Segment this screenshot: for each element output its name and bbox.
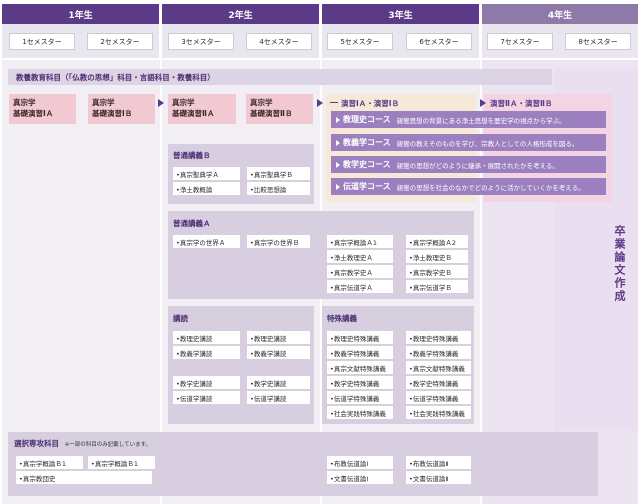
course-item: •浄土教理史Ａ <box>327 250 393 263</box>
course-item: •伝道学特殊講義 <box>406 391 471 404</box>
reading-lectures-panel <box>168 306 314 424</box>
year-label: 2年生 <box>228 10 253 21</box>
course-item: •教学史講読 <box>247 376 310 389</box>
course-description: 親鸞思想の背景にある浄土思想を歴史学の視点から学ぶ。 <box>396 116 566 125</box>
course-item: •教理史講読 <box>247 331 310 344</box>
course-item: •伝道学特殊講義 <box>327 391 393 404</box>
elective-note: ※一部の科目のみ記載しています。 <box>64 442 152 448</box>
course-item: •真宗聖典学Ｂ <box>247 167 310 180</box>
course-name: 伝道学コース <box>343 182 391 191</box>
course-description: 親鸞の教えそのものを学び、宗教人としての人格形成を図る。 <box>396 139 579 148</box>
course-item: •教学史講読 <box>173 376 240 389</box>
arrow-right-icon <box>480 99 486 107</box>
course-kyogakushi: 教学史コース 親鸞の思想がどのように継承・展開されたかを考える。 <box>331 156 606 173</box>
elective-title-text: 選択専攻科目 <box>14 439 59 448</box>
course-name: 教学史コース <box>343 160 391 169</box>
course-item: •真宗文献特殊講義 <box>406 361 471 374</box>
course-item: •布教伝道論Ⅰ <box>327 456 393 469</box>
course-item: •真宗教団史 <box>16 471 152 484</box>
arrow-right-icon <box>336 161 340 168</box>
course-item: •真宗学の世界Ｂ <box>247 235 310 248</box>
seminar-basic-1b: 真宗学 基礎演習ⅠＢ <box>88 94 155 124</box>
course-item: •真宗学概論Ａ1 <box>327 235 393 248</box>
course-item: •布教伝道論Ⅱ <box>406 456 471 469</box>
seminar-3-title: 演習ⅠＡ・演習ⅠＢ <box>341 99 400 108</box>
course-item: •教理史講読 <box>173 331 240 344</box>
course-item: •真宗伝道学Ａ <box>327 280 393 293</box>
year-3-header: 3年生 <box>322 4 479 24</box>
course-name: 教義学コース <box>343 138 391 147</box>
arrow-right-icon <box>317 99 323 107</box>
semester-2: 2セメスター <box>87 33 153 50</box>
course-item: •社会実践特殊講義 <box>327 406 393 419</box>
course-item: •伝道学講読 <box>247 391 310 404</box>
arrow-right-icon <box>336 183 340 190</box>
year-label: 4年生 <box>547 10 573 21</box>
course-item: •教義学特殊講義 <box>327 346 393 359</box>
course-item: •真宗学概論Ｂ1 <box>88 456 155 469</box>
semester-4: 4セメスター <box>246 33 312 50</box>
course-dendogaku: 伝道学コース 親鸞の思想を社会のなかでどのように活かしていくかを考える。 <box>331 178 606 195</box>
course-name: 教理史コース <box>343 115 391 124</box>
course-item: •教義学講読 <box>173 346 240 359</box>
course-item: •教義学講読 <box>247 346 310 359</box>
course-item: •真宗伝道学Ｂ <box>406 280 468 293</box>
course-item: •浄土教概論 <box>173 182 240 195</box>
course-item: •真宗文献特殊講義 <box>327 361 393 374</box>
course-item: •真宗学の世界Ａ <box>173 235 240 248</box>
course-item: •社会実践特殊講義 <box>406 406 471 419</box>
seminar-basic-2b: 真宗学 基礎演習ⅡＢ <box>246 94 313 124</box>
general-lectures-b-title: 普通講義Ｂ <box>173 151 211 160</box>
course-item: •浄土教理史Ｂ <box>406 250 468 263</box>
course-description: 親鸞の思想を社会のなかでどのように活かしていくかを考える。 <box>396 183 585 192</box>
semester-3: 3セメスター <box>168 33 234 50</box>
semester-6: 6セメスター <box>406 33 472 50</box>
year-label: 1年生 <box>68 10 93 21</box>
course-item: •教理史特殊講義 <box>406 331 471 344</box>
course-item: •真宗学概論Ａ2 <box>406 235 468 248</box>
graduation-thesis-label: 卒業論文作成 <box>613 225 626 303</box>
connector-line <box>330 102 338 103</box>
course-item: •教学史特殊講義 <box>327 376 393 389</box>
semester-1: 1セメスター <box>9 33 75 50</box>
arrow-right-icon <box>336 139 340 146</box>
seminar-basic-2a: 真宗学 基礎演習ⅡＡ <box>168 94 236 124</box>
arrow-right-icon <box>336 116 340 123</box>
course-item: •教学史特殊講義 <box>406 376 471 389</box>
course-item: •比較思想論 <box>247 182 310 195</box>
course-item: •真宗教学史Ａ <box>327 265 393 278</box>
special-lectures-title: 特殊講義 <box>327 314 357 323</box>
year-1-header: 1年生 <box>2 4 159 24</box>
course-item: •教義学特殊講義 <box>406 346 471 359</box>
course-description: 親鸞の思想がどのように継承・展開されたかを考える。 <box>396 161 559 170</box>
reading-lectures-title: 講読 <box>173 314 188 323</box>
general-lectures-a-title: 普通講義Ａ <box>173 219 211 228</box>
course-item: •文書伝道論Ⅱ <box>406 471 471 484</box>
semester-8: 8セメスター <box>565 33 631 50</box>
course-kyorishi: 教理史コース 親鸞思想の背景にある浄土思想を歴史学の視点から学ぶ。 <box>331 111 606 128</box>
arrow-right-icon <box>158 99 164 107</box>
year-2-header: 2年生 <box>162 4 319 24</box>
year-label: 3年生 <box>388 10 413 21</box>
course-item: •真宗学概論Ｂ1 <box>16 456 83 469</box>
year-4-header: 4年生 <box>482 4 638 24</box>
seminar-basic-1a: 真宗学 基礎演習ⅠＡ <box>9 94 76 124</box>
course-item: •伝道学講読 <box>173 391 240 404</box>
semester-5: 5セメスター <box>327 33 393 50</box>
course-item: •真宗教学史Ｂ <box>406 265 468 278</box>
course-item: •教理史特殊講義 <box>327 331 393 344</box>
seminar-4-title: 演習ⅡＡ・演習ⅡＢ <box>490 99 553 108</box>
course-item: •真宗聖典学Ａ <box>173 167 240 180</box>
semester-7: 7セメスター <box>487 33 553 50</box>
liberal-arts-bar: 教養教育科目（「仏教の思想」科目・言語科目・教養科目） <box>8 69 552 85</box>
course-kyogigaku: 教義学コース 親鸞の教えそのものを学び、宗教人としての人格形成を図る。 <box>331 134 606 151</box>
elective-title: 選択専攻科目 ※一部の科目のみ記載しています。 <box>14 438 151 449</box>
course-item: •文書伝道論Ⅰ <box>327 471 393 484</box>
